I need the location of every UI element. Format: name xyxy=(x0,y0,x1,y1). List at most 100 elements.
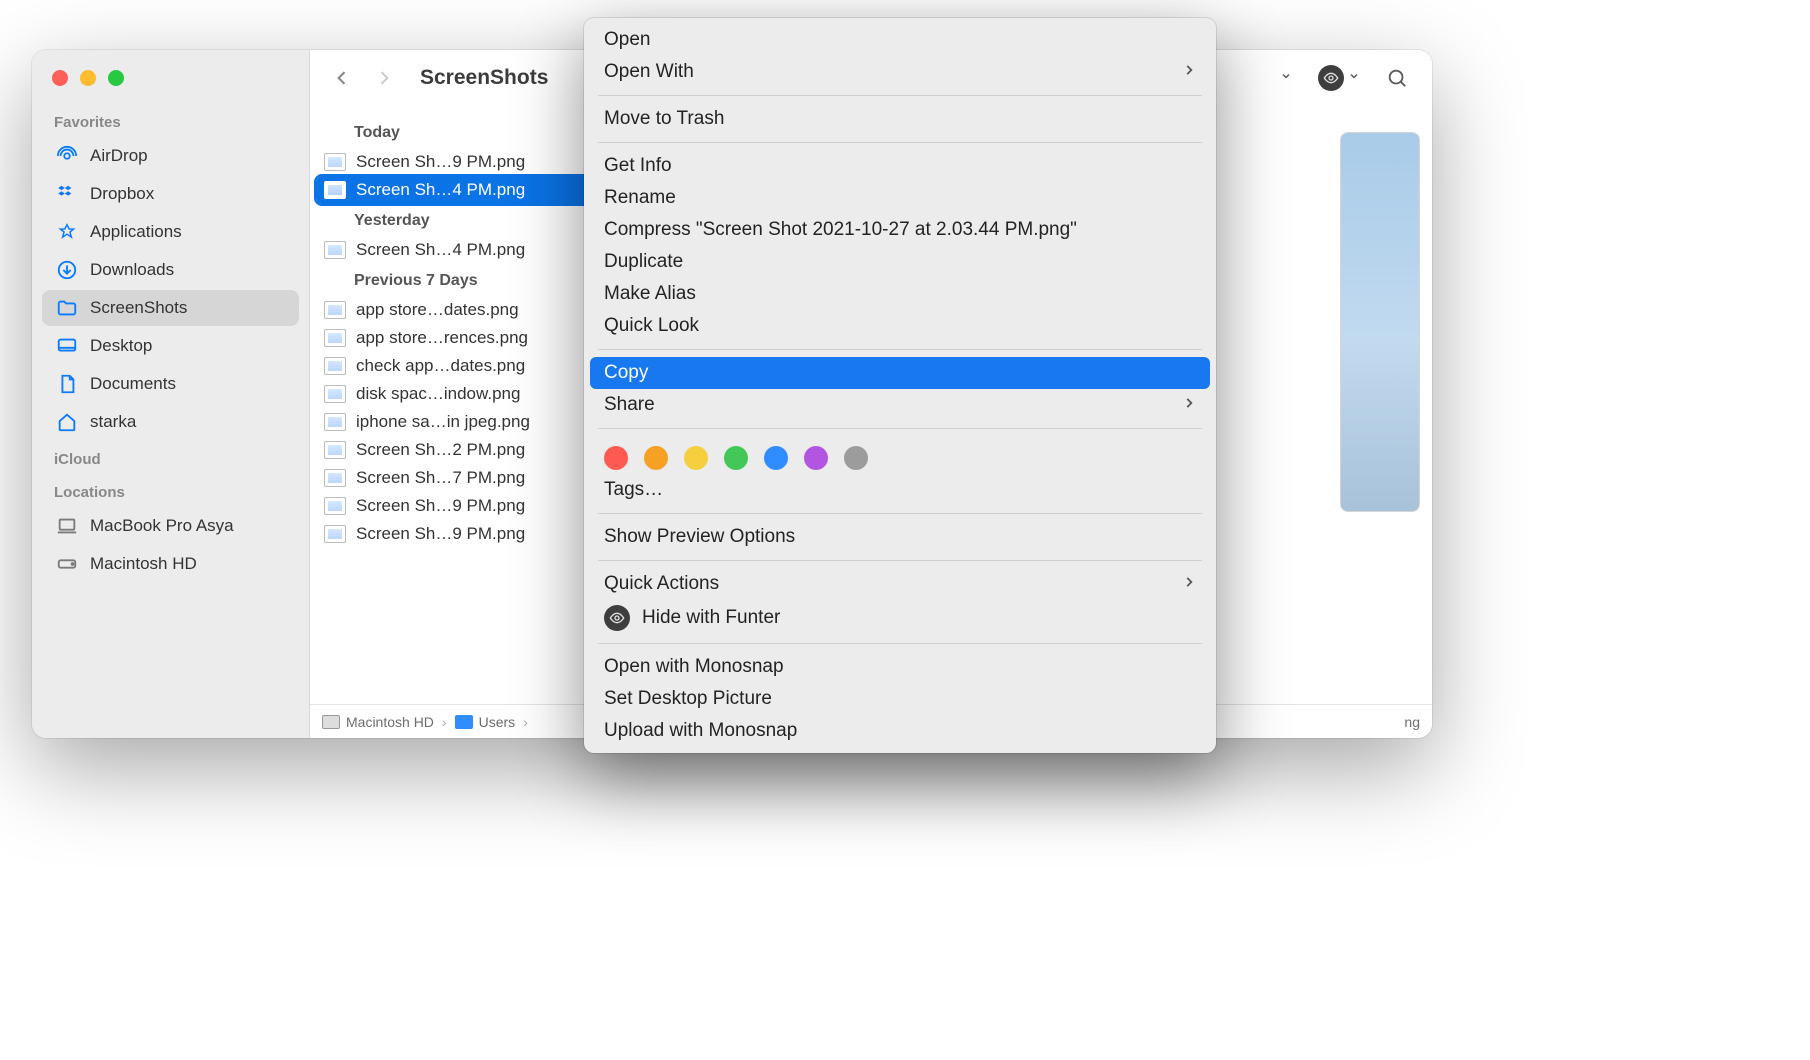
context-menu-item[interactable]: Get Info xyxy=(584,150,1216,182)
pathbar-crumb[interactable]: Users xyxy=(455,714,516,730)
file-row[interactable]: Screen Sh…2 PM.png xyxy=(310,436,609,464)
context-menu-item[interactable]: Move to Trash xyxy=(584,103,1216,135)
context-menu-label: Share xyxy=(604,394,655,416)
file-name: Screen Sh…2 PM.png xyxy=(356,440,525,460)
chevron-right-icon xyxy=(1182,61,1196,83)
toolbar-dropdown-button[interactable] xyxy=(1274,65,1298,91)
file-name: Screen Sh…4 PM.png xyxy=(356,180,525,200)
context-menu-item[interactable]: Set Desktop Picture xyxy=(584,683,1216,715)
context-menu-item[interactable]: Upload with Monosnap xyxy=(584,715,1216,747)
file-name: Screen Sh…7 PM.png xyxy=(356,468,525,488)
menu-separator xyxy=(598,142,1202,143)
file-row[interactable]: Screen Sh…9 PM.png xyxy=(310,492,609,520)
menu-separator xyxy=(598,643,1202,644)
context-menu-item[interactable]: Hide with Funter xyxy=(584,600,1216,636)
chevron-down-icon xyxy=(1348,69,1360,87)
tag-color[interactable] xyxy=(644,446,668,470)
desktop-icon xyxy=(56,335,78,357)
crumb-label: Macintosh HD xyxy=(346,714,434,730)
search-button[interactable] xyxy=(1380,63,1414,93)
folder-icon xyxy=(56,297,78,319)
context-menu-item[interactable]: Quick Actions xyxy=(584,568,1216,600)
context-menu-label: Compress "Screen Shot 2021-10-27 at 2.03… xyxy=(604,219,1077,241)
context-menu-item[interactable]: Duplicate xyxy=(584,246,1216,278)
tag-color[interactable] xyxy=(724,446,748,470)
file-row[interactable]: app store…rences.png xyxy=(310,324,609,352)
toolbar-eye-dropdown[interactable] xyxy=(1312,61,1366,95)
file-group-heading: Yesterday xyxy=(310,204,609,236)
sidebar-item-screenshots[interactable]: ScreenShots xyxy=(42,290,299,326)
file-list[interactable]: Today Screen Sh…9 PM.png Screen Sh…4 PM.pn… xyxy=(310,106,610,704)
maximize-button[interactable] xyxy=(108,70,124,86)
file-row[interactable]: Screen Sh…4 PM.png xyxy=(316,176,603,204)
menu-separator xyxy=(598,349,1202,350)
sidebar-heading-icloud: iCloud xyxy=(32,441,309,474)
back-button[interactable] xyxy=(328,68,356,88)
context-menu-label: Quick Look xyxy=(604,315,699,337)
context-menu-label: Open with Monosnap xyxy=(604,656,784,678)
minimize-button[interactable] xyxy=(80,70,96,86)
pathbar-trailing: ng xyxy=(1404,714,1420,730)
downloads-icon xyxy=(56,259,78,281)
context-menu-item[interactable]: Compress "Screen Shot 2021-10-27 at 2.03… xyxy=(584,214,1216,246)
sidebar-item-home[interactable]: starka xyxy=(42,404,299,440)
context-menu-item[interactable]: Open xyxy=(584,24,1216,56)
file-row[interactable]: app store…dates.png xyxy=(310,296,609,324)
sidebar-item-label: Dropbox xyxy=(90,184,154,204)
file-icon xyxy=(324,441,346,459)
file-icon xyxy=(324,181,346,199)
context-menu-item[interactable]: Share xyxy=(584,389,1216,421)
file-row[interactable]: Screen Sh…9 PM.png xyxy=(310,520,609,548)
preview-thumbnail xyxy=(1340,132,1420,512)
file-icon xyxy=(324,301,346,319)
sidebar-item-label: ScreenShots xyxy=(90,298,187,318)
file-name: Screen Sh…9 PM.png xyxy=(356,496,525,516)
chevron-down-icon xyxy=(1280,69,1292,87)
context-menu-item[interactable]: Open with Monosnap xyxy=(584,651,1216,683)
tag-color[interactable] xyxy=(764,446,788,470)
file-row[interactable]: check app…dates.png xyxy=(310,352,609,380)
sidebar-item-applications[interactable]: Applications xyxy=(42,214,299,250)
context-menu-label: Open With xyxy=(604,61,694,83)
sidebar-item-label: Applications xyxy=(90,222,182,242)
context-menu-item[interactable]: Make Alias xyxy=(584,278,1216,310)
file-group-heading: Today xyxy=(310,116,609,148)
context-menu-item[interactable]: Open With xyxy=(584,56,1216,88)
context-menu-item[interactable]: Rename xyxy=(584,182,1216,214)
file-icon xyxy=(324,329,346,347)
tag-color[interactable] xyxy=(604,446,628,470)
context-menu-label: Rename xyxy=(604,187,676,209)
file-row[interactable]: disk spac…indow.png xyxy=(310,380,609,408)
pathbar-crumb[interactable]: Macintosh HD xyxy=(322,714,434,730)
context-menu-item[interactable]: Show Preview Options xyxy=(584,521,1216,553)
forward-button[interactable] xyxy=(370,68,398,88)
file-row[interactable]: Screen Sh…9 PM.png xyxy=(310,148,609,176)
file-name: Screen Sh…9 PM.png xyxy=(356,152,525,172)
tag-color[interactable] xyxy=(804,446,828,470)
tag-color[interactable] xyxy=(684,446,708,470)
sidebar-item-airdrop[interactable]: AirDrop xyxy=(42,138,299,174)
file-row[interactable]: Screen Sh…4 PM.png xyxy=(310,236,609,264)
sidebar-item-macintosh-hd[interactable]: Macintosh HD xyxy=(42,546,299,582)
context-menu-label: Move to Trash xyxy=(604,108,724,130)
file-name: iphone sa…in jpeg.png xyxy=(356,412,530,432)
sidebar-item-desktop[interactable]: Desktop xyxy=(42,328,299,364)
sidebar-item-dropbox[interactable]: Dropbox xyxy=(42,176,299,212)
sidebar-item-downloads[interactable]: Downloads xyxy=(42,252,299,288)
chevron-right-icon xyxy=(1182,573,1196,595)
harddrive-icon xyxy=(56,553,78,575)
tag-color[interactable] xyxy=(844,446,868,470)
file-name: app store…rences.png xyxy=(356,328,528,348)
harddrive-icon xyxy=(322,715,340,729)
sidebar-item-macbook[interactable]: MacBook Pro Asya xyxy=(42,508,299,544)
context-menu-item[interactable]: Quick Look xyxy=(584,310,1216,342)
sidebar-item-label: Macintosh HD xyxy=(90,554,197,574)
close-button[interactable] xyxy=(52,70,68,86)
file-icon xyxy=(324,525,346,543)
eye-icon xyxy=(1318,65,1344,91)
context-menu-item[interactable]: Copy xyxy=(590,357,1210,389)
context-menu-item[interactable]: Tags… xyxy=(584,474,1216,506)
sidebar-item-documents[interactable]: Documents xyxy=(42,366,299,402)
file-row[interactable]: iphone sa…in jpeg.png xyxy=(310,408,609,436)
file-row[interactable]: Screen Sh…7 PM.png xyxy=(310,464,609,492)
